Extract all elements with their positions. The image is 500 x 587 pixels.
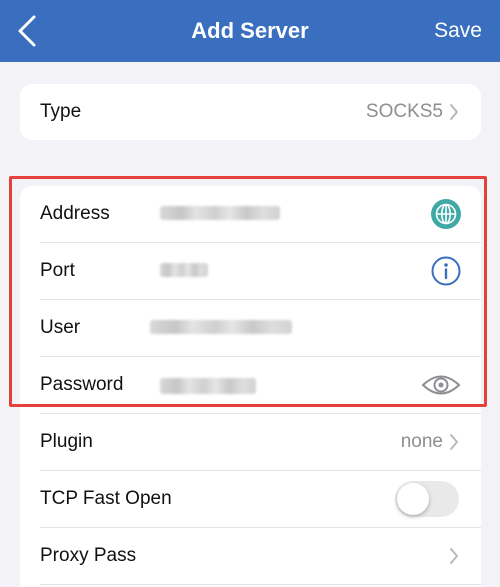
- plugin-row[interactable]: Plugin none: [20, 414, 481, 470]
- port-field[interactable]: [160, 263, 208, 277]
- chevron-right-icon: [450, 434, 458, 450]
- type-label: Type: [40, 101, 82, 122]
- plugin-label: Plugin: [40, 431, 93, 452]
- tcp-fast-open-row: TCP Fast Open: [20, 471, 481, 527]
- address-field[interactable]: [160, 206, 280, 220]
- navigation-bar: Add Server Save: [0, 0, 500, 62]
- password-label: Password: [40, 374, 124, 395]
- globe-icon[interactable]: [430, 198, 462, 230]
- address-row: Address: [20, 186, 481, 242]
- type-card: Type SOCKS5: [20, 84, 481, 140]
- save-button[interactable]: Save: [434, 19, 482, 43]
- chevron-right-icon: [450, 104, 458, 120]
- toggle-knob: [397, 483, 429, 515]
- type-value: SOCKS5: [365, 101, 443, 122]
- password-row: Password: [20, 357, 481, 413]
- user-label: User: [40, 317, 81, 338]
- type-row[interactable]: Type SOCKS5: [20, 84, 481, 140]
- tcp-fast-open-toggle[interactable]: [395, 481, 459, 517]
- tcp-fast-open-label: TCP Fast Open: [40, 488, 172, 509]
- info-icon[interactable]: [430, 255, 462, 287]
- divider: [40, 584, 481, 585]
- address-label: Address: [40, 203, 110, 224]
- plugin-value: none: [400, 431, 443, 452]
- port-row: Port: [20, 243, 481, 299]
- chevron-right-icon: [450, 548, 458, 564]
- user-row: User: [20, 300, 481, 356]
- page-title: Add Server: [191, 18, 309, 43]
- port-label: Port: [40, 260, 75, 281]
- user-field[interactable]: [150, 320, 292, 334]
- proxy-pass-label: Proxy Pass: [40, 545, 137, 566]
- connection-card: Address Port User Password Plugin none T…: [20, 186, 481, 587]
- eye-icon[interactable]: [420, 370, 462, 400]
- proxy-pass-row[interactable]: Proxy Pass: [20, 528, 481, 584]
- password-field[interactable]: [160, 378, 256, 394]
